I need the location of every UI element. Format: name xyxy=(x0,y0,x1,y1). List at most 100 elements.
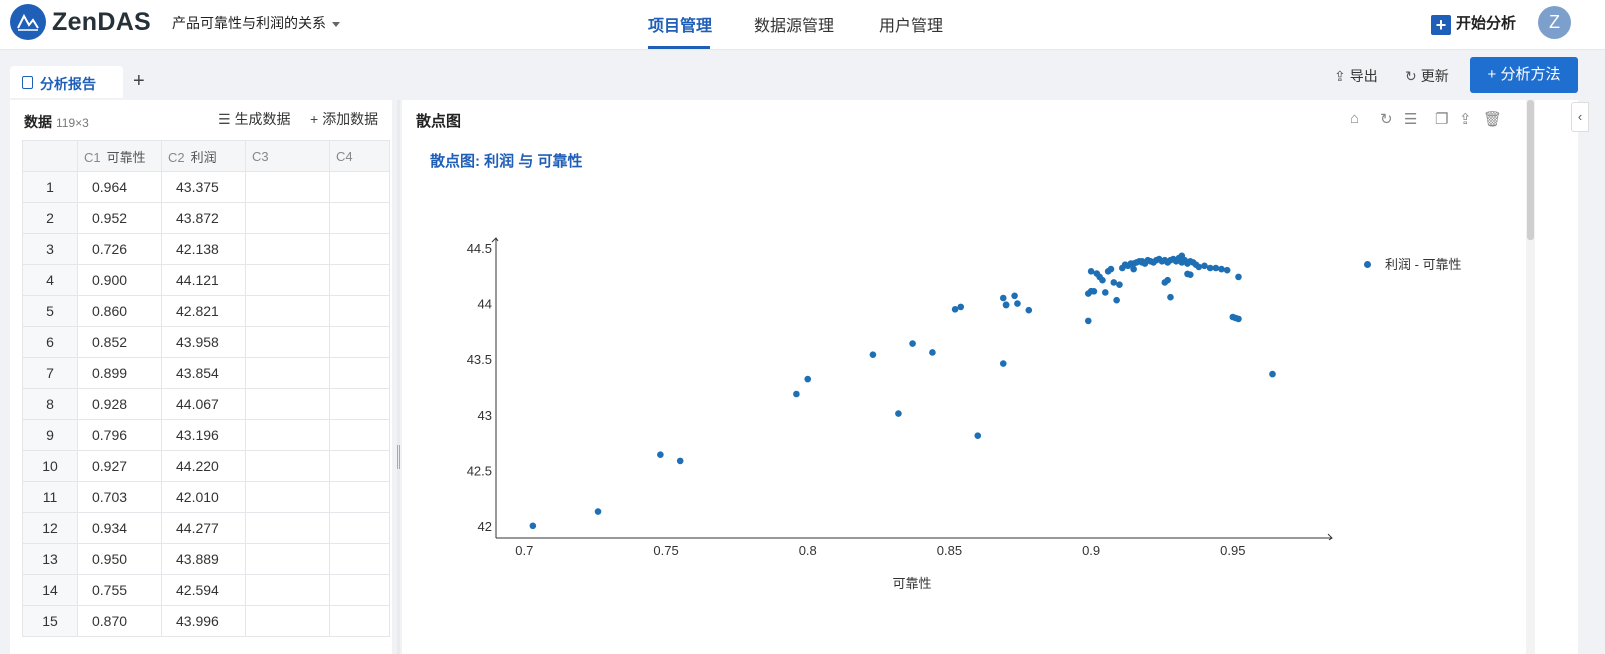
table-row[interactable]: 3 0.726 42.138 xyxy=(22,233,390,265)
copy-icon[interactable]: ❐ xyxy=(1435,110,1448,128)
start-analysis-button[interactable]: + 开始分析 xyxy=(1431,12,1516,35)
cell-profit[interactable]: 43.996 xyxy=(161,605,246,637)
table-row[interactable]: 14 0.755 42.594 xyxy=(22,574,390,606)
cell-reliability[interactable]: 0.952 xyxy=(77,202,162,234)
add-data-button[interactable]: + 添加数据 xyxy=(310,109,378,129)
column-header-c1[interactable]: C1 可靠性 xyxy=(77,140,162,172)
settings-sliders-icon[interactable]: ☰ xyxy=(1404,110,1417,128)
cell-c4[interactable] xyxy=(329,171,390,203)
cell-reliability[interactable]: 0.726 xyxy=(77,233,162,265)
refresh-chart-icon[interactable]: ↻ xyxy=(1380,110,1393,128)
project-selector[interactable]: 产品可靠性与利润的关系 xyxy=(172,13,340,33)
cell-profit[interactable]: 44.220 xyxy=(161,450,246,482)
cell-c3[interactable] xyxy=(245,450,330,482)
cell-reliability[interactable]: 0.796 xyxy=(77,419,162,451)
cell-c4[interactable] xyxy=(329,605,390,637)
cell-c3[interactable] xyxy=(245,419,330,451)
table-row[interactable]: 9 0.796 43.196 xyxy=(22,419,390,451)
scrollbar-thumb[interactable] xyxy=(1527,100,1534,240)
column-header-c2[interactable]: C2 利润 xyxy=(161,140,246,172)
cell-reliability[interactable]: 0.927 xyxy=(77,450,162,482)
cell-profit[interactable]: 43.872 xyxy=(161,202,246,234)
analysis-method-button[interactable]: + 分析方法 xyxy=(1470,57,1578,93)
cell-reliability[interactable]: 0.934 xyxy=(77,512,162,544)
cell-c4[interactable] xyxy=(329,574,390,606)
cell-profit[interactable]: 44.277 xyxy=(161,512,246,544)
panel-resize-handle[interactable] xyxy=(397,100,400,654)
cell-c3[interactable] xyxy=(245,171,330,203)
share-icon[interactable]: ⇪ xyxy=(1459,110,1472,128)
cell-profit[interactable]: 42.138 xyxy=(161,233,246,265)
cell-c3[interactable] xyxy=(245,388,330,420)
cell-profit[interactable]: 43.854 xyxy=(161,357,246,389)
generate-data-button[interactable]: ☰ 生成数据 xyxy=(218,109,291,129)
nav-project-management[interactable]: 项目管理 xyxy=(648,12,712,36)
column-header-c4[interactable]: C4 xyxy=(329,140,390,172)
cell-c3[interactable] xyxy=(245,512,330,544)
nav-user-management[interactable]: 用户管理 xyxy=(879,12,943,36)
cell-c3[interactable] xyxy=(245,357,330,389)
table-row[interactable]: 15 0.870 43.996 xyxy=(22,605,390,637)
cell-profit[interactable]: 43.196 xyxy=(161,419,246,451)
table-row[interactable]: 5 0.860 42.821 xyxy=(22,295,390,327)
collapse-panel-button[interactable]: ‹ xyxy=(1571,102,1589,132)
cell-reliability[interactable]: 0.860 xyxy=(77,295,162,327)
table-row[interactable]: 1 0.964 43.375 xyxy=(22,171,390,203)
cell-c3[interactable] xyxy=(245,481,330,513)
cell-profit[interactable]: 44.067 xyxy=(161,388,246,420)
cell-c3[interactable] xyxy=(245,326,330,358)
cell-c4[interactable] xyxy=(329,543,390,575)
cell-c4[interactable] xyxy=(329,419,390,451)
cell-profit[interactable]: 43.889 xyxy=(161,543,246,575)
cell-profit[interactable]: 43.958 xyxy=(161,326,246,358)
user-avatar[interactable]: Z xyxy=(1538,6,1571,39)
table-row[interactable]: 12 0.934 44.277 xyxy=(22,512,390,544)
cell-c4[interactable] xyxy=(329,233,390,265)
nav-datasource-management[interactable]: 数据源管理 xyxy=(754,12,834,36)
cell-profit[interactable]: 42.010 xyxy=(161,481,246,513)
cell-profit[interactable]: 42.821 xyxy=(161,295,246,327)
cell-c4[interactable] xyxy=(329,202,390,234)
cell-c4[interactable] xyxy=(329,512,390,544)
table-row[interactable]: 13 0.950 43.889 xyxy=(22,543,390,575)
cell-reliability[interactable]: 0.964 xyxy=(77,171,162,203)
cell-profit[interactable]: 43.375 xyxy=(161,171,246,203)
cell-c3[interactable] xyxy=(245,295,330,327)
cell-reliability[interactable]: 0.852 xyxy=(77,326,162,358)
cell-c4[interactable] xyxy=(329,326,390,358)
cell-c4[interactable] xyxy=(329,357,390,389)
cell-c3[interactable] xyxy=(245,605,330,637)
column-header-c3[interactable]: C3 xyxy=(245,140,330,172)
cell-reliability[interactable]: 0.950 xyxy=(77,543,162,575)
cell-reliability[interactable]: 0.703 xyxy=(77,481,162,513)
table-row[interactable]: 8 0.928 44.067 xyxy=(22,388,390,420)
cell-profit[interactable]: 42.594 xyxy=(161,574,246,606)
cell-c4[interactable] xyxy=(329,388,390,420)
collapse-up-icon[interactable]: ⌂ xyxy=(1350,110,1359,127)
add-tab-button[interactable]: + xyxy=(133,70,145,93)
chart-scrollbar[interactable] xyxy=(1526,100,1535,654)
cell-reliability[interactable]: 0.899 xyxy=(77,357,162,389)
cell-c4[interactable] xyxy=(329,295,390,327)
table-row[interactable]: 10 0.927 44.220 xyxy=(22,450,390,482)
chart-legend[interactable]: 利润 - 可靠性 xyxy=(1364,254,1462,273)
cell-c3[interactable] xyxy=(245,233,330,265)
cell-c3[interactable] xyxy=(245,264,330,296)
zendas-logo-icon[interactable] xyxy=(10,4,46,40)
cell-reliability[interactable]: 0.870 xyxy=(77,605,162,637)
cell-c4[interactable] xyxy=(329,481,390,513)
cell-c4[interactable] xyxy=(329,264,390,296)
table-row[interactable]: 11 0.703 42.010 xyxy=(22,481,390,513)
tab-analysis-report[interactable]: 分析报告 xyxy=(10,66,123,98)
cell-profit[interactable]: 44.121 xyxy=(161,264,246,296)
table-row[interactable]: 2 0.952 43.872 xyxy=(22,202,390,234)
export-button[interactable]: ⇪ 导出 xyxy=(1334,66,1378,86)
table-row[interactable]: 7 0.899 43.854 xyxy=(22,357,390,389)
delete-icon[interactable]: 🗑 xyxy=(1483,110,1502,128)
cell-c4[interactable] xyxy=(329,450,390,482)
cell-c3[interactable] xyxy=(245,202,330,234)
table-row[interactable]: 6 0.852 43.958 xyxy=(22,326,390,358)
cell-reliability[interactable]: 0.900 xyxy=(77,264,162,296)
cell-c3[interactable] xyxy=(245,543,330,575)
table-row[interactable]: 4 0.900 44.121 xyxy=(22,264,390,296)
